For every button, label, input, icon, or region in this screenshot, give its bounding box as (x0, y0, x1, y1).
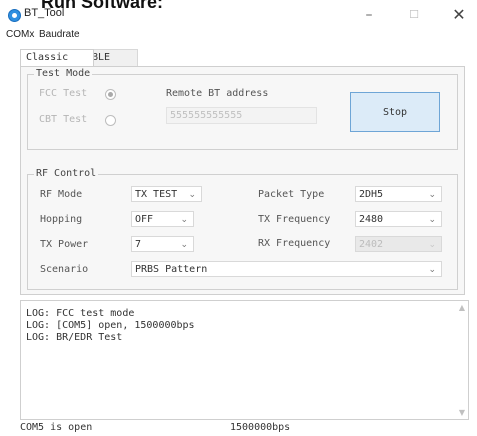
test-mode-title: Test Mode (34, 68, 93, 79)
scenario-value: PRBS Pattern (135, 264, 208, 275)
classic-panel: Test Mode FCC Test CBT Test Remote BT ad… (20, 66, 465, 295)
cbt-test-label: CBT Test (39, 114, 88, 125)
chevron-down-icon: ⌄ (428, 265, 436, 275)
scroll-down-icon[interactable]: ▼ (459, 408, 465, 417)
tx-power-select[interactable]: 7 ⌄ (131, 236, 194, 252)
scenario-label: Scenario (40, 264, 89, 275)
scroll-up-icon[interactable]: ▲ (459, 303, 465, 312)
hopping-value: OFF (135, 214, 154, 225)
stop-button[interactable]: Stop (350, 92, 440, 132)
chevron-down-icon: ⌄ (428, 215, 436, 225)
rf-mode-select[interactable]: TX TEST ⌄ (131, 186, 202, 202)
bt-tool-window: BT_Tool – ☐ ✕ COMx Baudrate Classic BLE … (0, 0, 477, 436)
window-title: BT_Tool (24, 7, 65, 19)
log-line: LOG: FCC test mode (26, 308, 135, 319)
status-bar: COM5 is open 1500000bps (0, 421, 477, 436)
log-textarea[interactable]: LOG: FCC test mode LOG: [COM5] open, 150… (20, 300, 469, 420)
close-button[interactable]: ✕ (448, 6, 470, 24)
title-bar: BT_Tool – ☐ ✕ (0, 0, 477, 26)
tab-classic[interactable]: Classic (20, 49, 94, 66)
chevron-down-icon: ⌄ (180, 240, 188, 250)
scenario-select[interactable]: PRBS Pattern ⌄ (131, 261, 442, 277)
tx-frequency-select[interactable]: 2480 ⌄ (355, 211, 442, 227)
rf-control-group: RF Control RF Mode TX TEST ⌄ Packet Type… (27, 168, 458, 290)
remote-bt-address-label: Remote BT address (166, 88, 269, 99)
minimize-button[interactable]: – (358, 6, 380, 24)
chevron-down-icon: ⌄ (180, 215, 188, 225)
tx-frequency-label: TX Frequency (258, 214, 331, 225)
tx-power-value: 7 (135, 239, 142, 250)
menu-baudrate[interactable]: Baudrate (39, 29, 80, 40)
log-line: LOG: BR/EDR Test (26, 332, 123, 343)
remote-bt-address-input[interactable]: 555555555555 (166, 107, 317, 124)
tx-frequency-value: 2480 (359, 214, 384, 225)
chevron-down-icon: ⌄ (428, 240, 436, 250)
rx-frequency-select[interactable]: 2402 ⌄ (355, 236, 442, 252)
rf-mode-label: RF Mode (40, 189, 83, 200)
chevron-down-icon: ⌄ (188, 190, 196, 200)
rf-mode-value: TX TEST (135, 189, 178, 200)
status-baudrate: 1500000bps (230, 422, 291, 433)
menu-comx[interactable]: COMx (6, 29, 34, 40)
cbt-test-radio[interactable] (105, 115, 116, 126)
rf-control-title: RF Control (34, 168, 99, 179)
status-port: COM5 is open (20, 422, 93, 433)
test-mode-group: Test Mode FCC Test CBT Test Remote BT ad… (27, 68, 458, 150)
chevron-down-icon: ⌄ (428, 190, 436, 200)
log-line: LOG: [COM5] open, 1500000bps (26, 320, 195, 331)
fcc-test-radio[interactable] (105, 89, 116, 100)
packet-type-value: 2DH5 (359, 189, 384, 200)
packet-type-label: Packet Type (258, 189, 325, 200)
hopping-select[interactable]: OFF ⌄ (131, 211, 194, 227)
fcc-test-label: FCC Test (39, 88, 88, 99)
rx-frequency-value: 2402 (359, 239, 384, 250)
rx-frequency-label: RX Frequency (258, 238, 331, 249)
hopping-label: Hopping (40, 214, 83, 225)
maximize-button[interactable]: ☐ (403, 6, 425, 24)
packet-type-select[interactable]: 2DH5 ⌄ (355, 186, 442, 202)
tx-power-label: TX Power (40, 239, 89, 250)
app-icon (8, 9, 21, 22)
